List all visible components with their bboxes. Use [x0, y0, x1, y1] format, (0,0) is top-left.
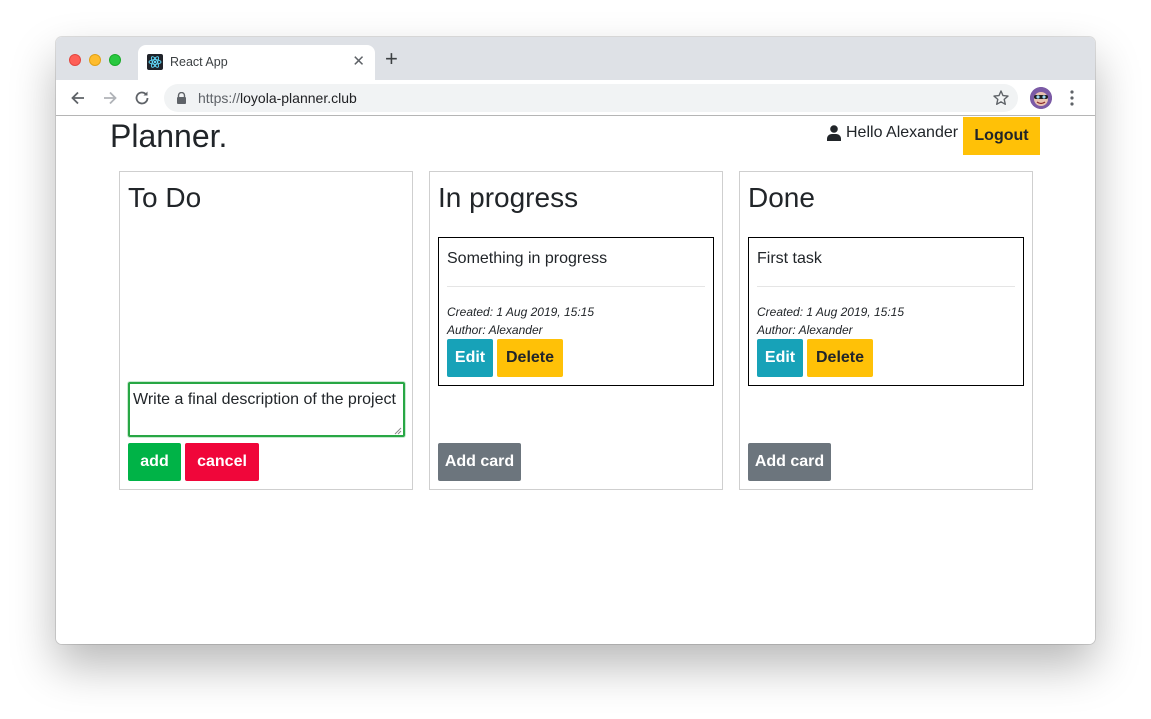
column-done: Done First task Created: 1 Aug 2019, 15:…	[739, 171, 1033, 490]
edit-button[interactable]: Edit	[447, 339, 493, 377]
lock-icon	[177, 92, 186, 104]
browser-tab[interactable]: React App ✕	[138, 45, 375, 80]
back-arrow-icon[interactable]	[68, 88, 88, 108]
kebab-menu-icon[interactable]	[1068, 89, 1076, 107]
card-author: Author: Alexander	[447, 323, 543, 337]
card-author: Author: Alexander	[757, 323, 853, 337]
star-icon[interactable]	[992, 89, 1010, 107]
add-card-button[interactable]: Add card	[438, 443, 521, 481]
page-content: Planner. Hello Alexander Logout To Do ad…	[56, 117, 1095, 644]
react-favicon-icon	[147, 54, 163, 70]
delete-button[interactable]: Delete	[807, 339, 873, 377]
card-created: Created: 1 Aug 2019, 15:15	[757, 305, 904, 319]
tab-strip: React App ✕ +	[56, 37, 1095, 80]
avatar-image-icon	[1030, 87, 1052, 109]
column-todo: To Do add cancel	[119, 171, 413, 490]
forward-arrow-icon[interactable]	[100, 88, 120, 108]
edit-button[interactable]: Edit	[757, 339, 803, 377]
user-icon	[827, 125, 841, 141]
maximize-window-button[interactable]	[109, 54, 121, 66]
column-title: Done	[748, 182, 815, 213]
card-title: Something in progress	[447, 250, 608, 267]
card-title: First task	[757, 250, 822, 267]
browser-toolbar: https://loyola-planner.club	[56, 80, 1095, 116]
profile-avatar[interactable]	[1030, 87, 1052, 109]
add-card-button[interactable]: Add card	[748, 443, 831, 481]
task-card: First task Created: 1 Aug 2019, 15:15 Au…	[748, 237, 1024, 386]
close-window-button[interactable]	[69, 54, 81, 66]
card-created: Created: 1 Aug 2019, 15:15	[447, 305, 594, 319]
browser-window: React App ✕ + https://loyola-planner.clu…	[56, 37, 1095, 644]
column-title: To Do	[128, 182, 202, 213]
delete-button[interactable]: Delete	[497, 339, 563, 377]
card-divider	[447, 286, 705, 287]
reload-icon[interactable]	[132, 88, 152, 108]
tab-title: React App	[170, 55, 228, 69]
column-in-progress: In progress Something in progress Create…	[429, 171, 723, 490]
address-bar[interactable]: https://loyola-planner.club	[164, 84, 1018, 112]
minimize-window-button[interactable]	[89, 54, 101, 66]
cancel-button[interactable]: cancel	[185, 443, 259, 481]
add-button[interactable]: add	[128, 443, 181, 481]
new-card-textarea[interactable]	[128, 382, 405, 437]
close-icon[interactable]: ✕	[352, 52, 365, 70]
column-title: In progress	[438, 182, 579, 213]
card-divider	[757, 286, 1015, 287]
plus-icon[interactable]: +	[385, 48, 398, 70]
url-text: https://loyola-planner.club	[198, 90, 357, 106]
user-greeting: Hello Alexander	[827, 124, 958, 142]
task-card: Something in progress Created: 1 Aug 201…	[438, 237, 714, 386]
greeting-text: Hello Alexander	[846, 124, 959, 141]
brand-title: Planner.	[110, 118, 228, 154]
logout-button[interactable]: Logout	[963, 117, 1040, 155]
